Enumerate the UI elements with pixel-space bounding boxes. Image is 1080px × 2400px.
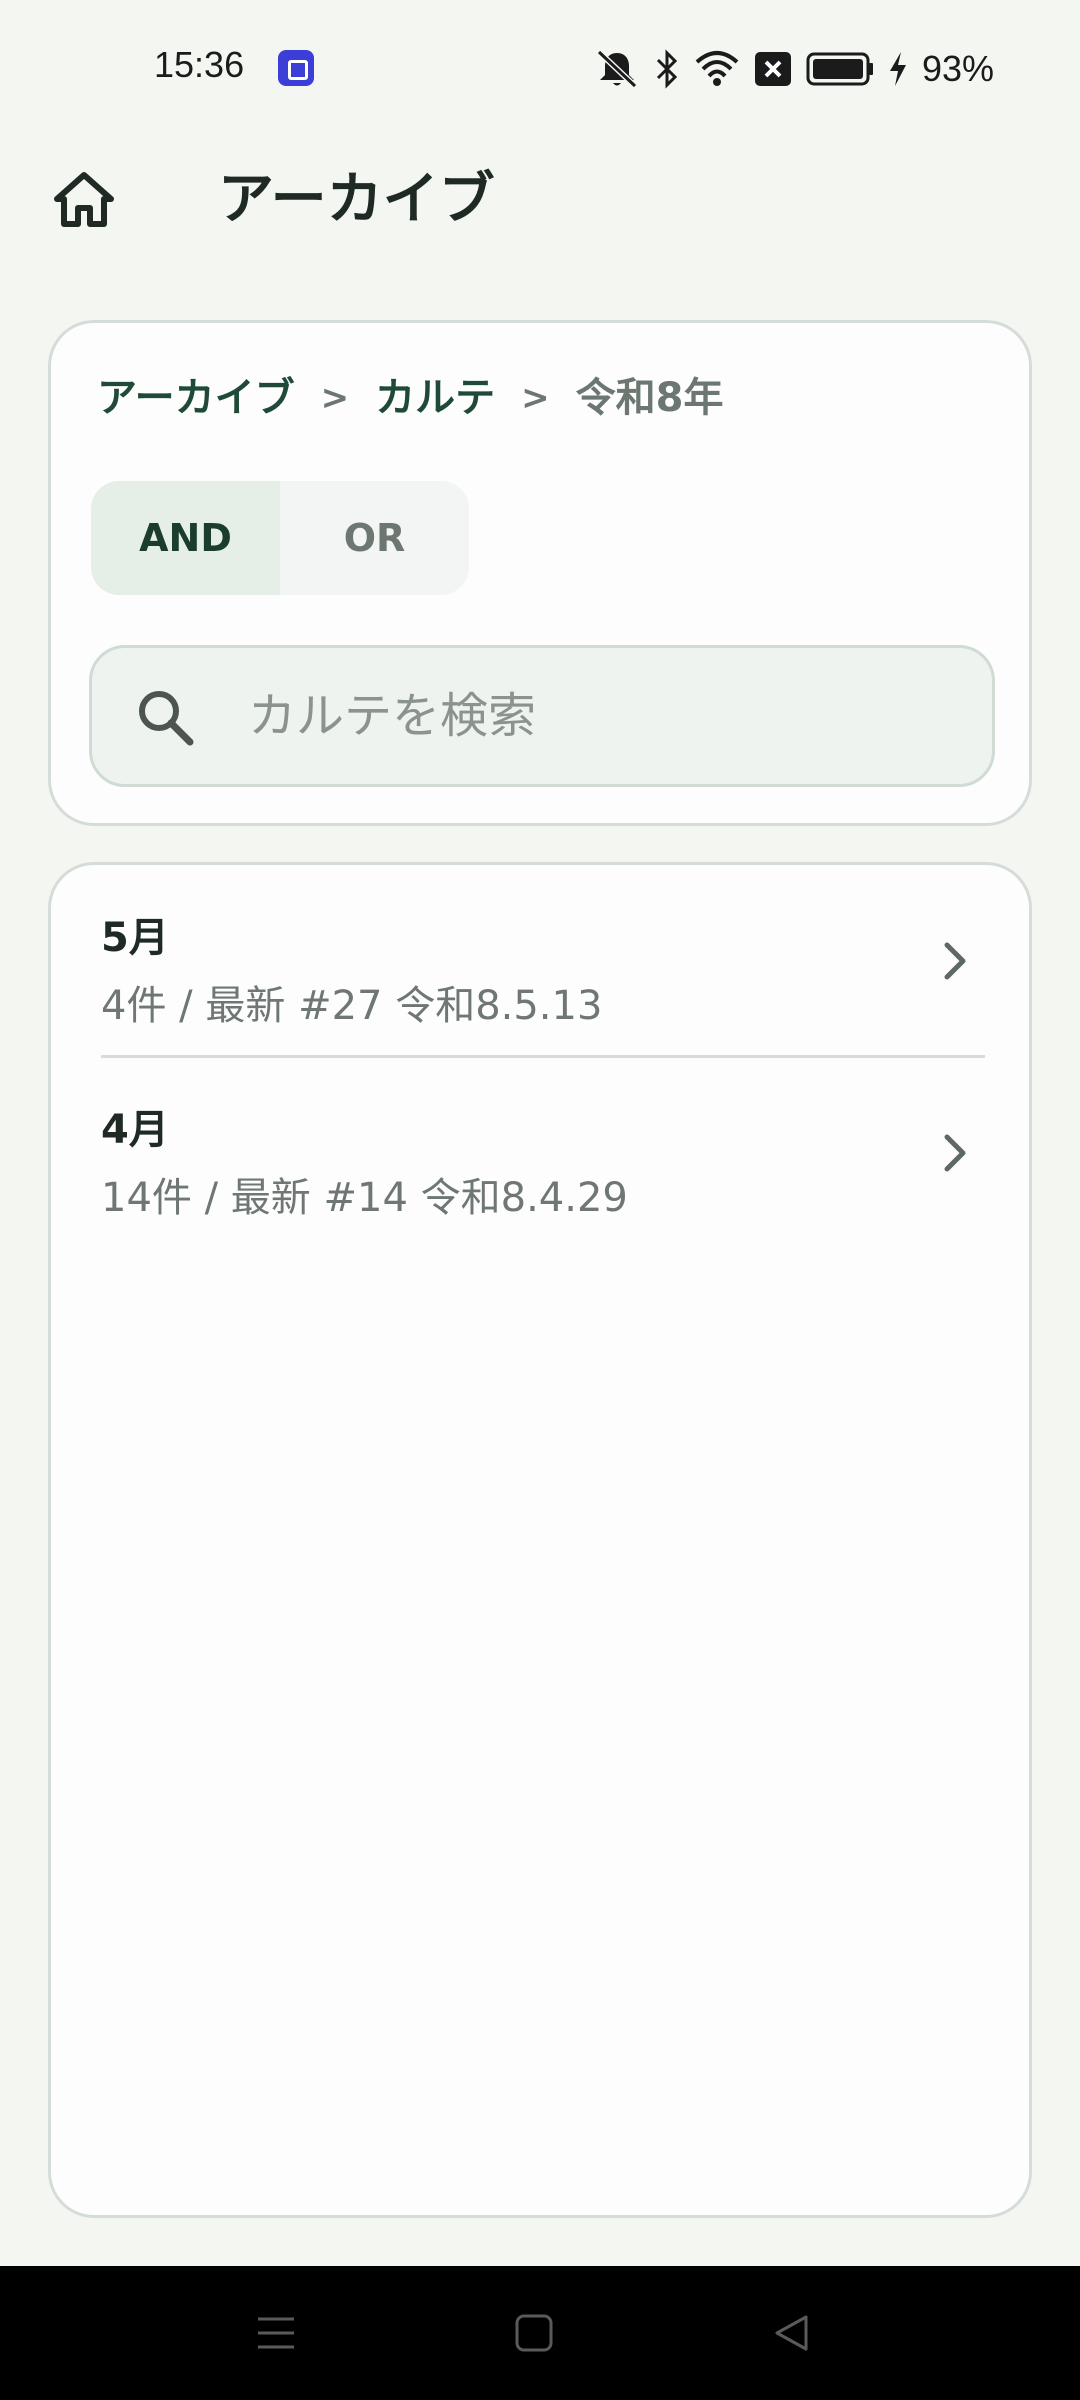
status-bar: 15:36 93%	[0, 0, 1080, 136]
chevron-right-icon	[944, 942, 966, 980]
breadcrumb-item-current: 令和8年	[575, 375, 724, 421]
search-field[interactable]	[89, 645, 995, 787]
or-button[interactable]: OR	[280, 481, 469, 595]
list-item-april[interactable]: 4月 14件 / 最新 #14 令和8.4.29	[51, 1057, 1029, 1247]
breadcrumb-item-karte[interactable]: カルテ	[375, 371, 495, 425]
system-nav-bar	[0, 2266, 1080, 2400]
and-button[interactable]: AND	[91, 481, 280, 595]
breadcrumb-separator: >	[320, 378, 350, 418]
charging-icon	[889, 52, 906, 86]
back-triangle-icon	[775, 2315, 808, 2351]
list-item-may[interactable]: 5月 4件 / 最新 #27 令和8.5.13	[51, 865, 1029, 1058]
search-input[interactable]	[248, 648, 968, 784]
breadcrumb: アーカイブ > カルテ > 令和8年	[97, 371, 723, 425]
chevron-right-icon	[944, 1134, 966, 1172]
list-item-subtitle: 14件 / 最新 #14 令和8.4.29	[101, 1175, 628, 1221]
status-icons: 93%	[594, 44, 994, 94]
list-item-title: 4月	[101, 1107, 169, 1153]
search-card: アーカイブ > カルテ > 令和8年 AND OR	[48, 320, 1032, 826]
sim-off-icon	[754, 52, 791, 86]
home-button[interactable]	[48, 164, 120, 236]
recent-apps-button[interactable]	[216, 2266, 336, 2400]
page-title: アーカイブ	[218, 167, 495, 232]
screen: 15:36 93% アーカイブ アーカイブ > カルテ > 令和8年 AND O…	[0, 0, 1080, 2400]
list-item-title: 5月	[101, 915, 169, 961]
breadcrumb-separator: >	[521, 378, 550, 418]
bluetooth-icon	[656, 49, 678, 89]
list-item-subtitle: 4件 / 最新 #27 令和8.5.13	[101, 983, 603, 1029]
filter-mode-toggle: AND OR	[91, 481, 469, 595]
back-button[interactable]	[732, 2266, 852, 2400]
battery-icon	[806, 52, 873, 86]
battery-percent: 93%	[921, 48, 994, 89]
home-icon	[54, 172, 114, 227]
app-notification-icon	[278, 50, 314, 86]
menu-icon	[258, 2317, 294, 2349]
status-time: 15:36	[154, 44, 245, 85]
breadcrumb-item-archive[interactable]: アーカイブ	[97, 371, 295, 425]
month-list: 5月 4件 / 最新 #27 令和8.5.13 4月 14件 / 最新 #14 …	[48, 862, 1032, 2218]
square-icon	[515, 2314, 553, 2352]
wifi-icon	[695, 51, 739, 86]
system-home-button[interactable]	[474, 2266, 594, 2400]
mute-icon	[596, 49, 637, 89]
app-header: アーカイブ	[0, 136, 1080, 256]
search-icon	[139, 691, 194, 746]
